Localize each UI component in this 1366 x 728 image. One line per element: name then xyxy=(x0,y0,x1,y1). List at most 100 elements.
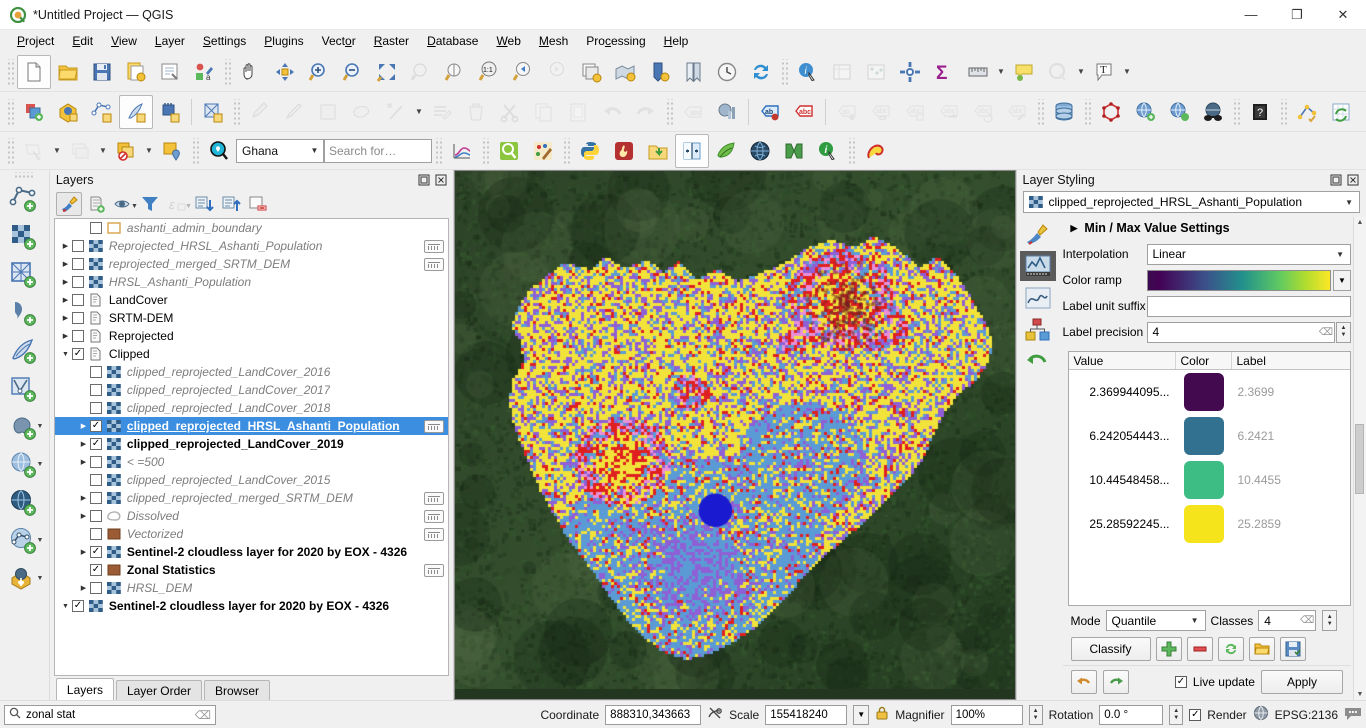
layer-visibility-checkbox[interactable]: ✓ xyxy=(71,348,84,360)
save-project-as-icon[interactable] xyxy=(119,55,153,89)
lasso-icon[interactable] xyxy=(858,134,892,168)
menu-view[interactable]: View xyxy=(102,32,146,50)
add-wcs-layer-icon[interactable]: ▼ xyxy=(4,560,44,598)
select-value-dropdown-icon[interactable]: ▼ xyxy=(143,146,155,155)
new-memory-layer-icon[interactable] xyxy=(153,95,187,129)
text-annotation-icon[interactable]: T xyxy=(1087,55,1121,89)
reload-icon[interactable] xyxy=(1217,637,1244,661)
label-precision-stepper[interactable]: ▲ ▼ xyxy=(1335,321,1351,343)
chevron-down-icon[interactable]: ▼ xyxy=(37,537,44,544)
redo-icon[interactable] xyxy=(1102,670,1129,694)
metasearch-zoom-icon[interactable] xyxy=(1162,95,1196,129)
add-mssql-layer-icon[interactable]: ▼ xyxy=(4,446,44,484)
layer-visibility-checkbox[interactable]: ✓ xyxy=(89,438,102,450)
expand-arrow-icon[interactable]: ▶ xyxy=(77,548,90,556)
new-print-layout-icon[interactable] xyxy=(153,55,187,89)
modify-attributes-icon[interactable] xyxy=(425,95,459,129)
move-label-icon[interactable]: ab xyxy=(830,95,864,129)
layer-visibility-checkbox[interactable] xyxy=(71,276,84,288)
toolbar-grip[interactable] xyxy=(780,58,789,85)
rotation-stepper[interactable]: ▲ ▼ xyxy=(1169,704,1184,725)
freehand-icon[interactable] xyxy=(777,134,811,168)
lock-icon[interactable] xyxy=(875,705,889,724)
redo-icon[interactable] xyxy=(629,95,663,129)
open-attribute-table-icon[interactable] xyxy=(825,55,859,89)
zoom-to-layer-icon[interactable] xyxy=(438,55,472,89)
highlight-labels-icon[interactable]: abc xyxy=(787,95,821,129)
refresh-layer-icon[interactable] xyxy=(574,55,608,89)
add-postgis-layer-icon[interactable]: ▼ xyxy=(4,408,44,446)
classes-stepper[interactable]: ▲ ▼ xyxy=(1322,610,1338,631)
open-project-icon[interactable] xyxy=(51,55,85,89)
new-3d-map-view-icon[interactable] xyxy=(642,55,676,89)
layer-tree-item[interactable]: ▼ ✓ Clipped xyxy=(55,345,448,363)
toolbar-grip[interactable] xyxy=(847,137,856,164)
class-color-swatch[interactable] xyxy=(1176,417,1232,455)
layer-visibility-checkbox[interactable] xyxy=(89,528,102,540)
manage-visibility-icon[interactable]: ▼ xyxy=(110,192,138,216)
layer-tree-item[interactable]: clipped_reprojected_LandCover_2016 xyxy=(55,363,448,381)
color-ramp-dropdown-icon[interactable]: ▼ xyxy=(1332,269,1351,291)
delete-selected-icon[interactable] xyxy=(459,95,493,129)
symbology-brush-icon[interactable] xyxy=(1020,219,1056,249)
add-polygon-feature-icon[interactable] xyxy=(345,95,379,129)
menu-web[interactable]: Web xyxy=(487,32,529,50)
classify-button[interactable]: Classify xyxy=(1070,637,1151,661)
expand-arrow-icon[interactable]: ▶ xyxy=(59,332,72,340)
options-icon[interactable] xyxy=(893,55,927,89)
add-spatialite-layer-icon[interactable] xyxy=(4,332,44,370)
revert-label-icon[interactable]: abc xyxy=(966,95,1000,129)
style-manager-icon[interactable]: a xyxy=(187,55,221,89)
menu-edit[interactable]: Edit xyxy=(63,32,102,50)
zoom-in-icon[interactable] xyxy=(302,55,336,89)
zoom-out-icon[interactable] xyxy=(336,55,370,89)
style-scrollbar[interactable]: ▲ ▼ xyxy=(1352,217,1366,700)
close-icon[interactable] xyxy=(1347,174,1360,187)
scale-field[interactable]: 155418240 xyxy=(765,704,848,725)
add-wms-layer-icon[interactable] xyxy=(4,484,44,522)
toolbar-grip[interactable] xyxy=(6,98,15,125)
menu-layer[interactable]: Layer xyxy=(146,32,194,50)
deselect-icon[interactable] xyxy=(63,134,97,168)
menu-vector[interactable]: Vector xyxy=(313,32,365,50)
refresh-table-icon[interactable] xyxy=(1324,95,1358,129)
add-vector-layer-icon[interactable] xyxy=(4,180,44,218)
layer-tree-item[interactable]: ▶ ✓ clipped_reprojected_LandCover_2019 xyxy=(55,435,448,453)
expand-arrow-icon[interactable]: ▶ xyxy=(59,242,72,250)
coordinate-field[interactable]: 888310,343663 xyxy=(605,704,702,725)
layer-visibility-checkbox[interactable]: ✓ xyxy=(89,564,102,576)
panel-tab-layer-order[interactable]: Layer Order xyxy=(115,680,202,700)
search-input[interactable]: Search for… xyxy=(324,138,432,163)
remove-class-icon[interactable] xyxy=(1186,637,1213,661)
layer-visibility-checkbox[interactable]: ✓ xyxy=(89,546,102,558)
topology-checker-icon[interactable] xyxy=(1094,95,1128,129)
info-plugin-icon[interactable]: i xyxy=(811,134,845,168)
new-mesh-layer-icon[interactable] xyxy=(196,95,230,129)
toolbar-grip[interactable] xyxy=(665,98,674,125)
layer-tree-item[interactable]: ▶ Reprojected_HRSL_Ashanti_Population xyxy=(55,237,448,255)
edit-label-icon[interactable]: abc xyxy=(1000,95,1034,129)
layer-tree-item[interactable]: ▼ ✓ Sentinel-2 cloudless layer for 2020 by… xyxy=(55,597,448,615)
toggle-extents-icon[interactable] xyxy=(707,705,723,724)
toggle-editing-icon[interactable] xyxy=(277,95,311,129)
expand-arrow-icon[interactable]: ▶ xyxy=(77,512,90,520)
collapse-arrow-icon[interactable]: ▼ xyxy=(59,603,72,610)
layer-visibility-checkbox[interactable]: ✓ xyxy=(71,600,84,612)
panel-tab-layers[interactable]: Layers xyxy=(55,678,114,700)
refresh-icon[interactable] xyxy=(744,55,778,89)
layer-tree-item[interactable]: ▶ reprojected_merged_SRTM_DEM xyxy=(55,255,448,273)
new-virtual-layer-icon[interactable] xyxy=(119,94,153,129)
open-layer-styling-icon[interactable] xyxy=(55,192,82,216)
expand-arrow-icon[interactable]: ▶ xyxy=(77,440,90,448)
layer-tree-item[interactable]: ▶ LandCover xyxy=(55,291,448,309)
toolbar-grip[interactable] xyxy=(1083,98,1092,125)
add-mesh-layer-icon[interactable] xyxy=(4,256,44,294)
layer-visibility-checkbox[interactable]: ✓ xyxy=(89,420,102,432)
identify-features-icon[interactable]: i xyxy=(791,55,825,89)
add-class-icon[interactable] xyxy=(1155,637,1182,661)
layer-tree-item[interactable]: ashanti_admin_boundary xyxy=(55,219,448,237)
add-raster-layer-icon[interactable] xyxy=(4,218,44,256)
menu-processing[interactable]: Processing xyxy=(577,32,654,50)
panel-tab-browser[interactable]: Browser xyxy=(203,680,270,700)
new-geopackage-layer-icon[interactable] xyxy=(51,95,85,129)
